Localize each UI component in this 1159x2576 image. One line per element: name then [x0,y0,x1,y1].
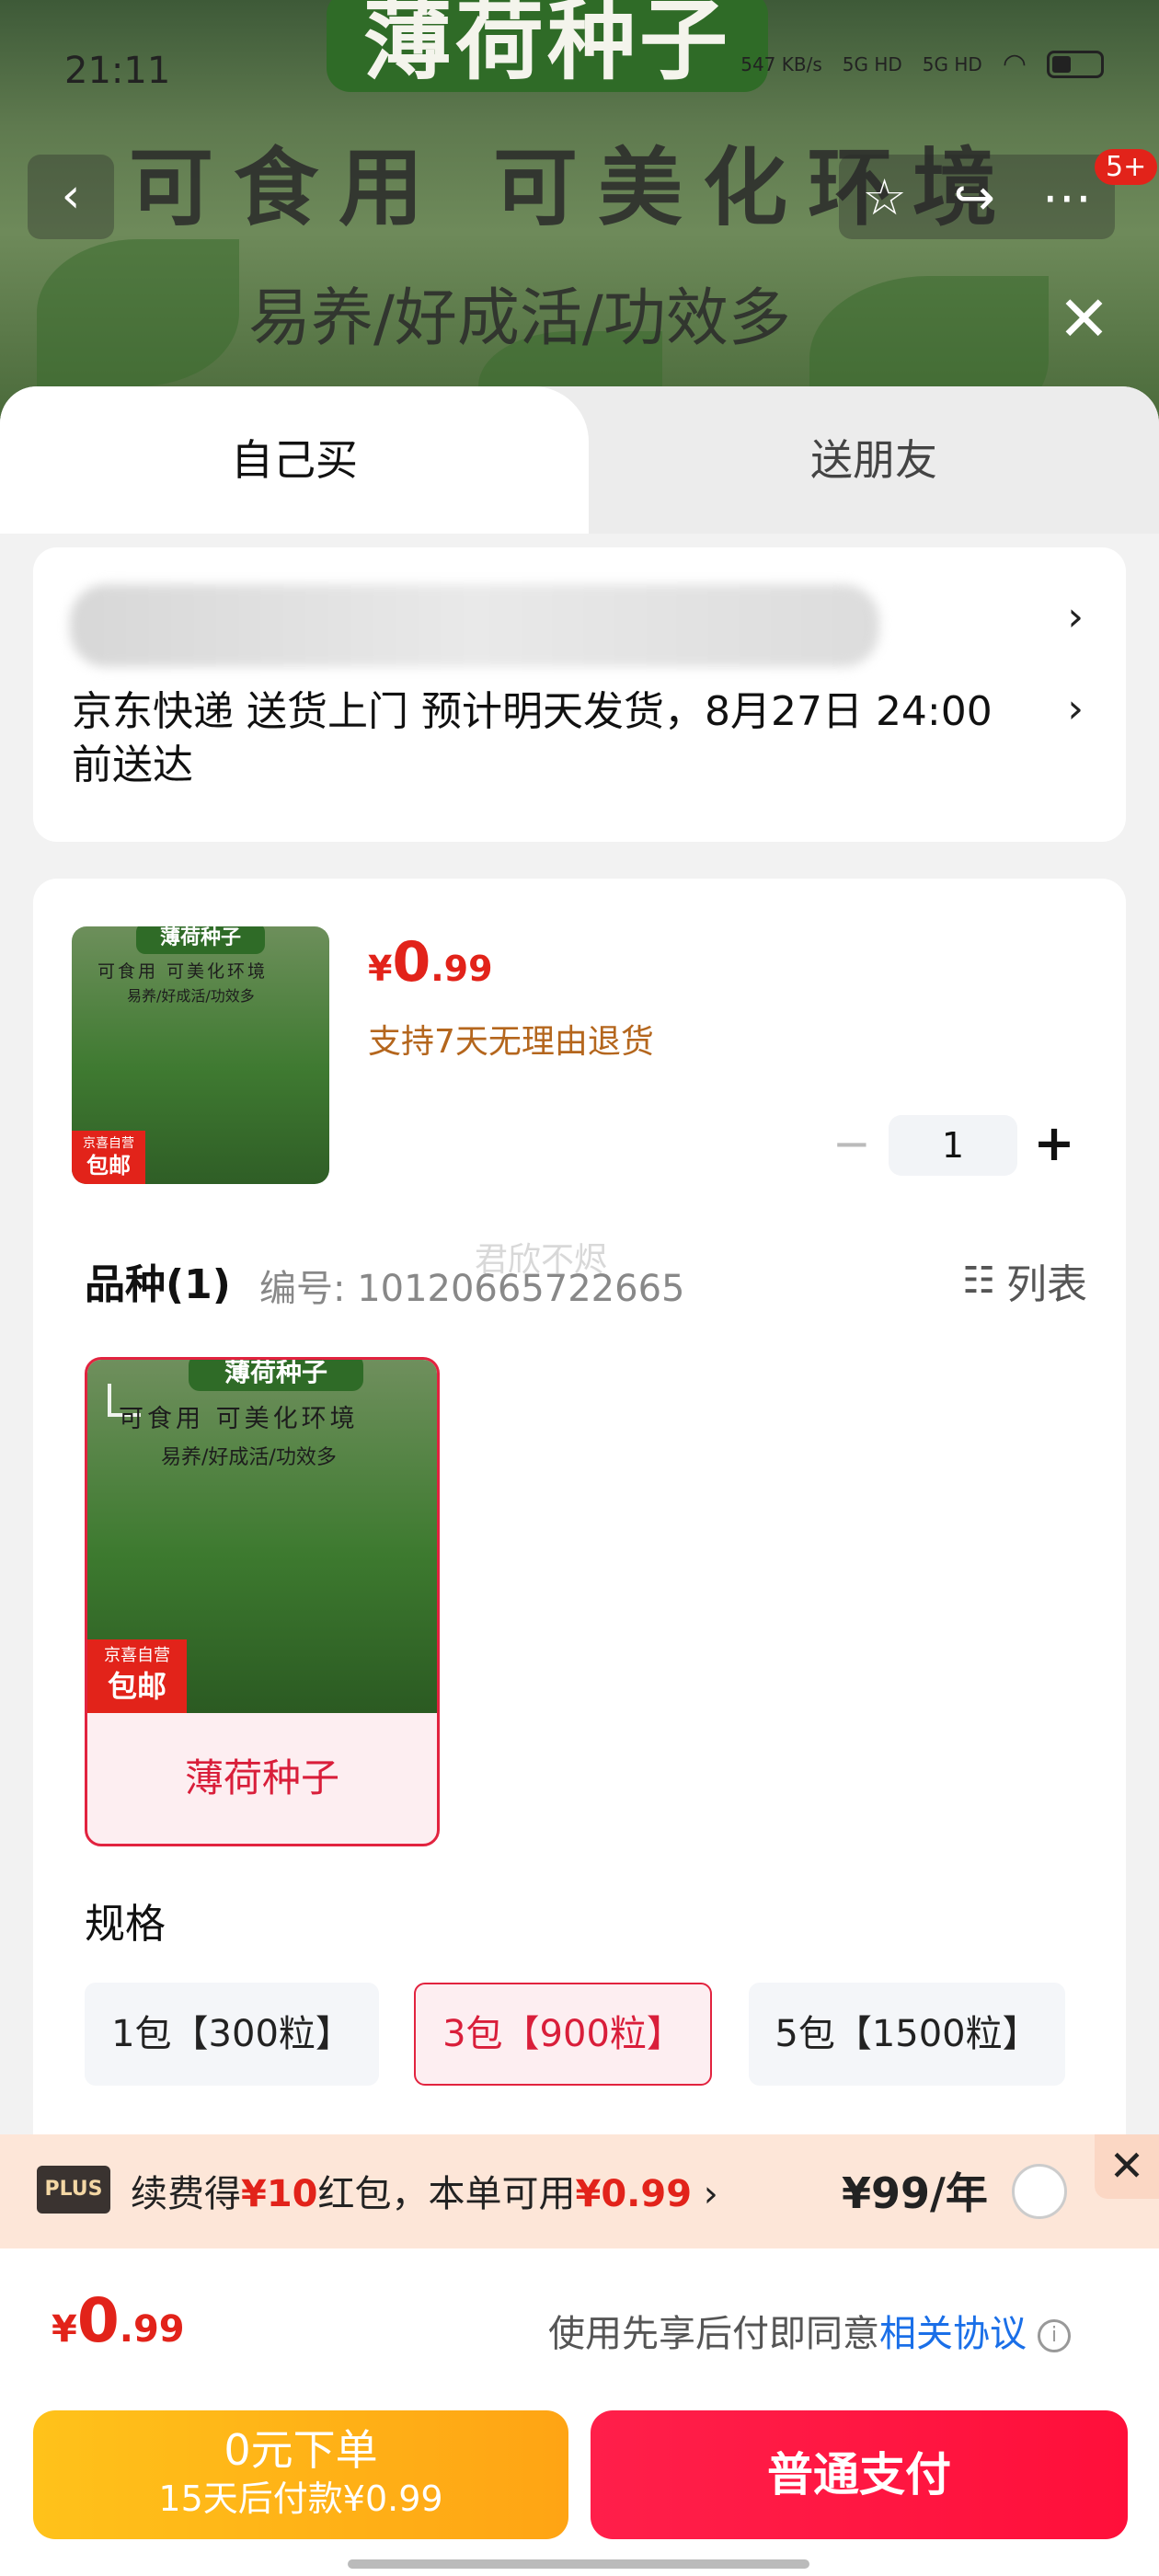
plus-text-d: ¥0.99 [575,2173,693,2215]
chevron-left-icon: ‹ [61,168,81,224]
wifi-icon: ◠ [1002,48,1027,80]
message-badge: 5+ [1095,149,1158,185]
variety-name: 薄荷种子 [184,1755,339,1800]
list-label: 列表 [1006,1261,1087,1308]
decrease-button[interactable]: − [815,1113,889,1178]
spec-option-3[interactable]: 3包【900粒】 [414,1983,712,2086]
info-icon[interactable]: i [1038,2319,1071,2352]
address-card[interactable]: › 京东快递 送货上门 预计明天发货，8月27日 24:00前送达 › [33,547,1126,842]
list-view-button[interactable]: ☷ 列表 [962,1251,1087,1310]
agreement-text: 使用先享后付即同意相关协议 i [548,2304,1071,2357]
variety-tag: 京喜自营 包邮 [87,1639,187,1713]
quantity-value[interactable]: 1 [889,1115,1017,1176]
pay-later-sub: 15天后付款¥0.99 [158,2478,443,2519]
pay-later-label: 0元下单 [224,2425,378,2475]
banner-slogan: 易养/好成活/功效多 [248,282,791,355]
normal-pay-button[interactable]: 普通支付 [591,2410,1128,2539]
pay-later-button[interactable]: 0元下单 15天后付款¥0.99 [33,2410,568,2539]
tag-big: 包邮 [86,1153,131,1179]
agreement-link[interactable]: 相关协议 [879,2313,1027,2355]
delivery-info: 京东快递 送货上门 预计明天发货，8月27日 24:00前送达 [72,688,993,788]
product-card: 薄荷种子 可食用 可美化环境 易养/好成活/功效多 京喜自营 包邮 ¥0.99 … [33,879,1126,2167]
net-speed: 547 KB/s [740,52,822,75]
plus-radio[interactable] [1012,2164,1067,2219]
variety-header: 品种(1) 编号: 10120665722665 ☷ 列表 [85,1251,1087,1316]
spec-label: 规格 [85,1901,166,1948]
agree-text: 使用先享后付即同意 [548,2313,879,2355]
price-dec: .99 [430,949,493,989]
battery-icon [1047,50,1104,78]
list-icon: ☷ [962,1259,995,1302]
close-icon[interactable]: ✕ [1095,2134,1159,2199]
close-icon[interactable]: ✕ [1058,289,1110,351]
address-redacted [70,584,879,667]
thumb-line1: 可食用 可美化环境 [98,961,269,982]
thumb-line2: 易养/好成活/功效多 [127,987,255,1005]
plus-text-a: 续费得 [131,2173,241,2215]
more-icon[interactable]: ⋯ [1042,168,1092,226]
return-policy: 支持7天无理由退货 [368,1023,654,1061]
status-time: 21:11 [64,50,171,92]
variety-image: 薄荷种子 可食用 可美化环境 易养/好成活/功效多 京喜自营 包邮 [87,1360,437,1713]
back-button[interactable]: ‹ [28,155,114,239]
signal-icon: 5G HD [842,52,902,75]
variety-code: 编号: 10120665722665 [259,1268,685,1310]
increase-button[interactable]: + [1017,1113,1091,1178]
variety-tag-small: 京喜自营 [104,1646,170,1665]
total-price: ¥0.99 [52,2285,185,2356]
checkout-footer: ¥0.99 使用先享后付即同意相关协议 i 0元下单 15天后付款¥0.99 普通… [0,2248,1159,2576]
product-price: ¥0.99 [368,930,493,995]
tag-small: 京喜自营 [83,1136,134,1151]
chevron-right-icon: › [703,2173,718,2215]
price-int: 0 [392,930,431,995]
spec-option-5[interactable]: 5包【1500粒】 [749,1983,1065,2086]
chevron-right-icon: › [1067,685,1084,732]
chevron-right-icon: › [1067,593,1084,640]
status-icons: 547 KB/s 5G HD 5G HD ◠ [740,48,1104,80]
plus-promo-bar[interactable]: PLUS 续费得¥10红包，本单可用¥0.99 › ¥99/年 [0,2134,1159,2248]
thumb-title: 薄荷种子 [136,926,265,954]
price-currency: ¥ [368,949,393,989]
plus-promo-text: 续费得¥10红包，本单可用¥0.99 › [131,2164,718,2217]
tab-bar: 自己买 送朋友 [0,386,1159,534]
variety-img-line1: 可食用 可美化环境 [119,1405,359,1433]
star-icon[interactable]: ☆ [862,168,906,226]
plus-text-c: 红包，本单可用 [317,2173,576,2215]
status-bar: 21:11 547 KB/s 5G HD 5G HD ◠ [0,37,1159,110]
share-icon[interactable]: ↪ [954,168,995,226]
spec-option-1[interactable]: 1包【300粒】 [85,1983,379,2086]
tab-self-buy[interactable]: 自己买 [0,386,589,534]
plus-text-b: ¥10 [241,2173,318,2215]
total-int: 0 [76,2285,120,2356]
variety-tag-big: 包邮 [107,1669,166,1704]
plus-badge: PLUS [37,2166,110,2214]
plus-price: ¥99/年 [842,2168,988,2218]
total-dec: .99 [119,2308,185,2351]
variety-option[interactable]: 薄荷种子 可食用 可美化环境 易养/好成活/功效多 京喜自营 包邮 薄荷种子 [85,1357,440,1846]
free-shipping-tag: 京喜自营 包邮 [72,1131,145,1184]
product-thumbnail[interactable]: 薄荷种子 可食用 可美化环境 易养/好成活/功效多 京喜自营 包邮 [72,926,329,1184]
variety-img-line2: 易养/好成活/功效多 [161,1446,337,1469]
nav-actions: ☆ ↪ ⋯ [839,155,1115,239]
variety-label: 品种(1) [85,1261,231,1308]
home-indicator[interactable] [348,2559,809,2569]
quantity-stepper: − 1 + [815,1113,1091,1178]
tab-send-friend[interactable]: 送朋友 [589,386,1159,534]
variety-img-title: 薄荷种子 [189,1360,363,1391]
signal-icon-2: 5G HD [922,52,982,75]
total-currency: ¥ [52,2308,77,2351]
